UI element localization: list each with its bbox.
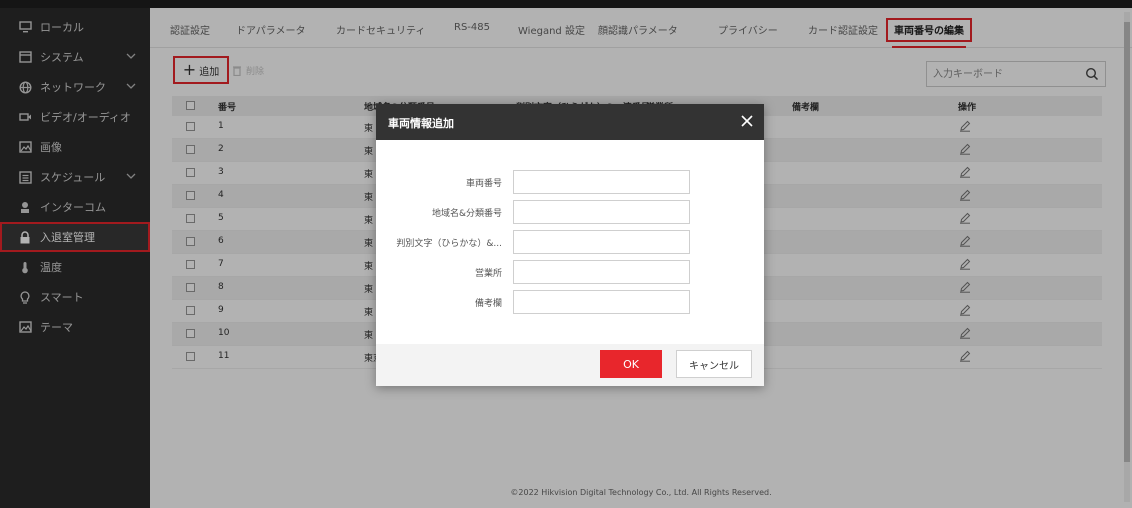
office-field[interactable] (513, 260, 690, 284)
ok-button[interactable]: OK (600, 350, 662, 378)
area-label: 地域名&分類番号 (431, 209, 502, 219)
plate-number-label: 車両番号 (465, 179, 502, 189)
form-row-plate-number: 車両番号 (376, 170, 764, 194)
office-label: 営業所 (474, 269, 502, 279)
add-vehicle-dialog: 車両情報追加 車両番号 地域名&分類番号 判別文字（ひらかな）&... 営業所 … (376, 104, 764, 386)
note-label: 備考欄 (474, 299, 502, 309)
form-row-chars: 判別文字（ひらかな）&... (376, 230, 764, 254)
form-row-note: 備考欄 (376, 290, 764, 314)
dialog-title: 車両情報追加 (388, 117, 454, 130)
chars-label: 判別文字（ひらかな）&... (396, 239, 502, 249)
dialog-header: 車両情報追加 (376, 104, 764, 140)
cancel-button[interactable]: キャンセル (676, 350, 752, 378)
form-row-office: 営業所 (376, 260, 764, 284)
form-row-area: 地域名&分類番号 (376, 200, 764, 224)
plate-number-field[interactable] (513, 170, 690, 194)
note-field[interactable] (513, 290, 690, 314)
chars-field[interactable] (513, 230, 690, 254)
dialog-footer: OK キャンセル (376, 344, 764, 386)
area-field[interactable] (513, 200, 690, 224)
close-icon[interactable] (740, 114, 754, 128)
